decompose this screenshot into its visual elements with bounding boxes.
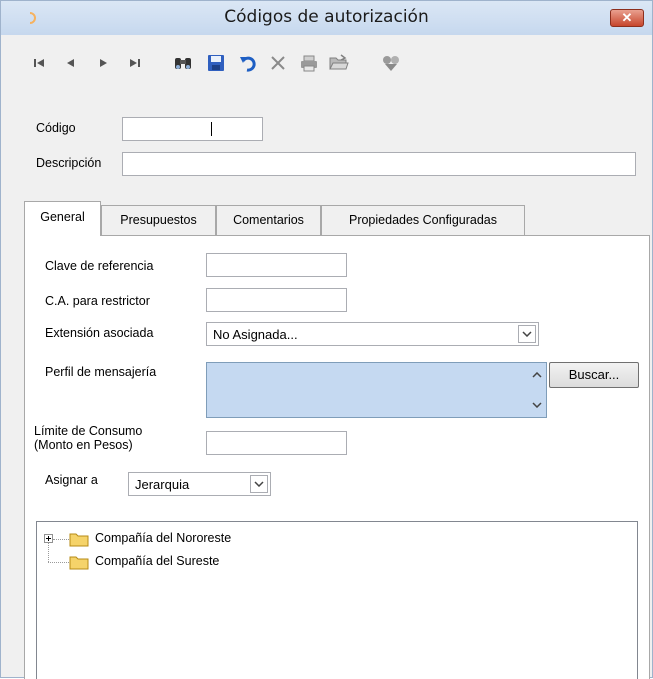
- window-title: Códigos de autorización: [224, 7, 429, 27]
- expand-plus-icon[interactable]: [44, 534, 53, 543]
- limite-consumo-unit-label: (Monto en Pesos): [34, 438, 133, 452]
- chevron-up-icon[interactable]: [531, 369, 543, 381]
- close-button[interactable]: ✕: [610, 9, 644, 27]
- title-bar: Códigos de autorización ✕: [1, 1, 652, 35]
- tree-node-nororeste[interactable]: Compañía del Nororeste: [37, 529, 337, 549]
- tab-general[interactable]: General: [24, 201, 101, 236]
- clave-referencia-label: Clave de referencia: [45, 259, 154, 273]
- tab-propiedades-configuradas[interactable]: Propiedades Configuradas: [321, 205, 525, 235]
- tools-icon[interactable]: [381, 53, 401, 73]
- perfil-mensajeria-label: Perfil de mensajería: [45, 365, 157, 379]
- text-caret: [211, 122, 212, 136]
- chevron-down-icon[interactable]: [518, 325, 536, 343]
- undo-icon[interactable]: [238, 53, 258, 73]
- find-binoculars-icon[interactable]: [173, 53, 193, 73]
- asignar-a-select[interactable]: Jerarquia: [128, 472, 271, 496]
- buscar-button[interactable]: Buscar...: [549, 362, 639, 388]
- descripcion-label: Descripción: [36, 156, 102, 170]
- authorization-codes-window: Códigos de autorización ✕ Código Descrip…: [0, 0, 653, 679]
- save-icon[interactable]: [206, 53, 226, 73]
- tab-comentarios[interactable]: Comentarios: [216, 205, 321, 235]
- company-tree-view[interactable]: Compañía del Nororeste Compañía del Sure…: [36, 521, 638, 679]
- limite-consumo-label: Límite de Consumo: [34, 424, 143, 438]
- perfil-mensajeria-listbox[interactable]: [206, 362, 547, 418]
- folder-icon: [69, 554, 89, 570]
- tab-presupuestos[interactable]: Presupuestos: [101, 205, 216, 235]
- folder-icon: [69, 531, 89, 547]
- print-icon[interactable]: [299, 53, 319, 73]
- listbox-scrollbar[interactable]: [528, 363, 546, 417]
- asignar-a-value: Jerarquia: [135, 477, 190, 492]
- open-folder-icon[interactable]: [329, 53, 349, 73]
- chevron-down-icon[interactable]: [531, 399, 543, 411]
- next-record-icon[interactable]: [93, 53, 113, 73]
- chevron-down-icon[interactable]: [250, 475, 268, 493]
- ca-restrictor-label: C.A. para restrictor: [45, 294, 150, 308]
- toolbar: [1, 35, 652, 99]
- ca-restrictor-input[interactable]: [206, 288, 347, 312]
- codigo-input[interactable]: [122, 117, 263, 141]
- last-record-icon[interactable]: [125, 53, 145, 73]
- limite-consumo-input[interactable]: [206, 431, 347, 455]
- asignar-a-label: Asignar a: [45, 473, 98, 487]
- extension-asociada-select[interactable]: No Asignada...: [206, 322, 539, 346]
- previous-record-icon[interactable]: [61, 53, 81, 73]
- descripcion-input[interactable]: [122, 152, 636, 176]
- tree-node-label: Compañía del Sureste: [95, 554, 220, 568]
- tree-node-sureste[interactable]: Compañía del Sureste: [37, 552, 337, 572]
- clave-referencia-input[interactable]: [206, 253, 347, 277]
- delete-icon[interactable]: [268, 53, 288, 73]
- codigo-label: Código: [36, 121, 76, 135]
- tree-node-label: Compañía del Nororeste: [95, 531, 232, 545]
- first-record-icon[interactable]: [29, 53, 49, 73]
- extension-asociada-value: No Asignada...: [213, 327, 298, 342]
- extension-asociada-label: Extensión asociada: [45, 326, 154, 340]
